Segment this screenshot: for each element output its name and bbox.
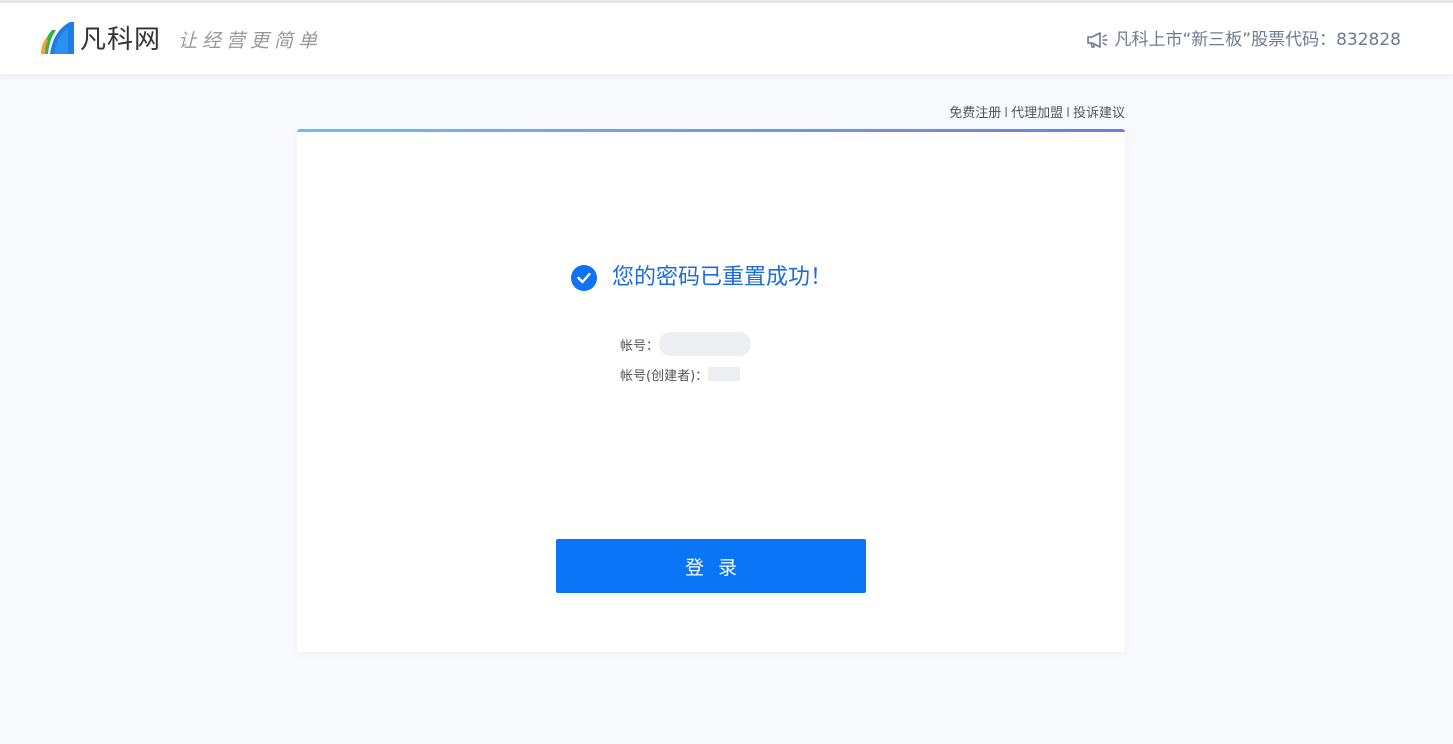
slogan: 让经营更简单: [178, 30, 323, 52]
stock-notice[interactable]: 凡科上市“新三板”股票代码：832828: [1086, 27, 1401, 53]
link-separator: I: [1066, 106, 1070, 121]
success-message: 您的密码已重置成功！: [571, 263, 832, 293]
link-separator: I: [1004, 106, 1009, 121]
account-label: 帐号：: [620, 338, 660, 354]
megaphone-icon: [1087, 32, 1109, 48]
register-link[interactable]: 免费注册: [949, 106, 1001, 121]
check-circle-icon: [571, 265, 597, 291]
account-row: 帐号：: [620, 332, 752, 356]
logo-icon[interactable]: [38, 20, 76, 58]
header: 凡科网 让经营更简单 凡科上市“新三板”股票代码：832828: [0, 0, 1453, 74]
reset-result-card: 您的密码已重置成功！ 帐号： 帐号(创建者)： 登录: [297, 129, 1125, 652]
creator-account-row: 帐号(创建者)：: [620, 362, 741, 386]
brand-name[interactable]: 凡科网: [80, 23, 161, 57]
stock-notice-text: 凡科上市“新三板”股票代码：832828: [1114, 30, 1401, 50]
creator-account-label: 帐号(创建者)：: [620, 368, 709, 384]
success-text: 您的密码已重置成功！: [612, 265, 833, 290]
login-button[interactable]: 登录: [556, 539, 866, 593]
agent-link[interactable]: 代理加盟: [1011, 106, 1063, 121]
creator-account-value-masked: [708, 367, 741, 381]
account-value-masked: [659, 332, 752, 356]
complaint-link[interactable]: 投诉建议: [1073, 106, 1125, 121]
card-accent-bar: [297, 129, 1125, 132]
top-links: 免费注册 I 代理加盟 I 投诉建议: [900, 104, 1125, 124]
